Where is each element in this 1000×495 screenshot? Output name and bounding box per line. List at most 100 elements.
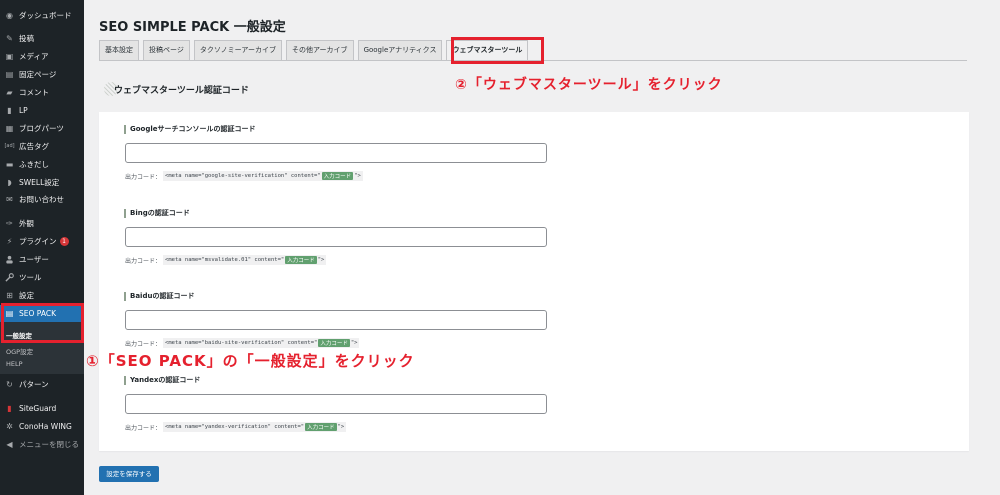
sidebar-item-label: ダッシュボード	[19, 10, 72, 20]
pattern-icon: ↻	[6, 379, 13, 389]
sidebar-item-label: 広告タグ	[19, 141, 49, 151]
sidebar-item-dashboard[interactable]: ◉ ダッシュボード	[0, 7, 84, 23]
submenu-item-help[interactable]: HELP	[6, 360, 23, 368]
google-code-input[interactable]	[125, 143, 547, 163]
code-before: <meta name="yandex-verification" content…	[165, 424, 305, 430]
page-icon: ▤	[5, 69, 14, 79]
tab-other-archive[interactable]: その他アーカイブ	[285, 40, 354, 60]
sidebar-item-blog-parts[interactable]: ▦ ブログパーツ	[0, 120, 84, 136]
page-title: SEO SIMPLE PACK 一般設定	[99, 20, 286, 35]
comment-icon: ▰	[6, 87, 13, 97]
input-code-tag: 入力コード	[318, 339, 350, 347]
sidebar-item-label: 投稿	[19, 33, 34, 43]
highlight-seo-pack	[1, 303, 84, 343]
sidebar-item-swell[interactable]: ◗ SWELL設定	[0, 174, 84, 190]
sidebar-item-label: 外観	[19, 218, 34, 228]
siteguard-icon: ▮	[7, 403, 12, 413]
sidebar-item-label: 固定ページ	[19, 69, 57, 79]
baidu-output-code: 出力コード： <meta name="baidu-site-verificati…	[125, 338, 360, 348]
sidebar-item-media[interactable]: ▣ メディア	[0, 48, 84, 64]
output-code: <meta name="msvalidate.01" content=" 入力コー…	[163, 255, 327, 265]
sidebar-item-posts[interactable]: ✎ 投稿	[0, 30, 84, 46]
sidebar-item-appearance[interactable]: ✑ 外観	[0, 215, 84, 231]
sidebar-item-label: パターン	[19, 379, 49, 389]
blog-parts-icon: ▦	[5, 123, 14, 133]
sidebar-item-lp[interactable]: ▮ LP	[0, 102, 84, 118]
sidebar-item-pages[interactable]: ▤ 固定ページ	[0, 66, 84, 82]
sidebar-item-patterns[interactable]: ↻ パターン	[0, 376, 84, 392]
tab-basic[interactable]: 基本設定	[99, 40, 139, 60]
admin-sidebar: ◉ ダッシュボード ✎ 投稿 ▣ メディア ▤ 固定ページ ▰ コメント ▮ LP ▦ ブログ…	[0, 0, 84, 495]
sidebar-item-label: ブログパーツ	[19, 123, 64, 133]
output-label: 出力コード：	[125, 173, 162, 181]
sidebar-item-siteguard[interactable]: ▮ SiteGuard	[0, 400, 84, 416]
ad-tag-icon: [ad]	[4, 143, 15, 149]
input-code-tag: 入力コード	[285, 256, 317, 264]
output-label: 出力コード：	[125, 340, 162, 348]
annotation-step2: ②「ウェブマスターツール」をクリック	[455, 77, 723, 93]
tool-icon	[5, 272, 14, 282]
settings-icon: ⊞	[6, 290, 13, 300]
sidebar-item-ad-tag[interactable]: [ad] 広告タグ	[0, 138, 84, 154]
yandex-output-code: 出力コード： <meta name="yandex-verification" …	[125, 422, 347, 432]
dashboard-icon: ◉	[6, 10, 13, 20]
save-settings-button[interactable]: 設定を保存する	[99, 466, 159, 482]
appearance-icon: ✑	[6, 218, 13, 228]
code-after: ">	[317, 257, 325, 263]
tab-post-page[interactable]: 投稿ページ	[143, 40, 190, 60]
baidu-code-input[interactable]	[125, 310, 547, 330]
sidebar-item-users[interactable]: ユーザー	[0, 251, 84, 267]
annotation-step1: ①「SEO PACK」の「一般設定」をクリック	[86, 352, 415, 370]
sidebar-item-settings[interactable]: ⊞ 設定	[0, 287, 84, 303]
sidebar-item-plugins[interactable]: ⚡ プラグイン 1	[0, 233, 84, 249]
sidebar-item-balloon[interactable]: ▬ ふきだし	[0, 156, 84, 172]
tab-taxonomy-archive[interactable]: タクソノミーアーカイブ	[193, 40, 282, 60]
output-code: <meta name="yandex-verification" content…	[163, 422, 347, 432]
balloon-icon: ▬	[5, 159, 14, 169]
collapse-menu-button[interactable]: ◀ メニューを閉じる	[0, 436, 84, 452]
sidebar-item-comments[interactable]: ▰ コメント	[0, 84, 84, 100]
sidebar-item-conoha[interactable]: ✲ ConoHa WING	[0, 418, 84, 434]
conoha-icon: ✲	[6, 421, 13, 431]
bing-code-input[interactable]	[125, 227, 547, 247]
code-before: <meta name="baidu-site-verification" con…	[165, 340, 318, 346]
sidebar-item-label: LP	[19, 105, 28, 115]
user-icon-glyph	[6, 255, 13, 264]
sidebar-item-label: SWELL設定	[19, 177, 60, 187]
mail-icon: ✉	[6, 194, 13, 204]
settings-panel: Googleサーチコンソールの認証コード 出力コード： <meta name="…	[99, 112, 969, 451]
yandex-code-input[interactable]	[125, 394, 547, 414]
output-code: <meta name="google-site-verification" co…	[163, 171, 363, 181]
sidebar-item-label: プラグイン	[19, 236, 57, 246]
output-label: 出力コード：	[125, 257, 162, 265]
sidebar-item-label: ツール	[19, 272, 42, 282]
input-code-tag: 入力コード	[321, 172, 354, 180]
code-before: <meta name="msvalidate.01" content="	[165, 257, 285, 263]
lp-icon: ▮	[7, 105, 12, 115]
media-icon: ▣	[5, 51, 14, 61]
code-before: <meta name="google-site-verification" co…	[165, 173, 321, 179]
sidebar-item-label: SiteGuard	[19, 403, 57, 413]
sidebar-item-label: メディア	[19, 51, 49, 61]
update-count-badge: 1	[59, 236, 69, 246]
sidebar-item-label: 設定	[19, 290, 34, 300]
highlight-webmaster-tab	[451, 37, 544, 64]
section-title-text: ウェブマスターツール認証コード	[114, 85, 249, 96]
sidebar-item-label: コメント	[19, 87, 49, 97]
sidebar-item-tools[interactable]: ツール	[0, 269, 84, 285]
section-title: ウェブマスターツール認証コード	[104, 82, 249, 96]
sidebar-item-label: メニューを閉じる	[19, 439, 79, 449]
baidu-code-label: Baiduの認証コード	[124, 292, 194, 301]
yandex-code-label: Yandexの認証コード	[124, 376, 200, 385]
sidebar-item-label: お問い合わせ	[19, 194, 64, 204]
bing-output-code: 出力コード： <meta name="msvalidate.01" conten…	[125, 255, 327, 265]
tab-google-analytics[interactable]: Googleアナリティクス	[357, 40, 443, 60]
sidebar-item-contact[interactable]: ✉ お問い合わせ	[0, 191, 84, 207]
input-code-tag: 入力コード	[305, 423, 337, 431]
submenu-item-ogp[interactable]: OGP設定	[6, 346, 33, 356]
sidebar-item-label: ふきだし	[19, 159, 49, 169]
user-icon	[5, 255, 14, 264]
code-after: ">	[337, 424, 345, 430]
output-code: <meta name="baidu-site-verification" con…	[163, 338, 360, 348]
sidebar-item-label: ユーザー	[19, 254, 49, 264]
